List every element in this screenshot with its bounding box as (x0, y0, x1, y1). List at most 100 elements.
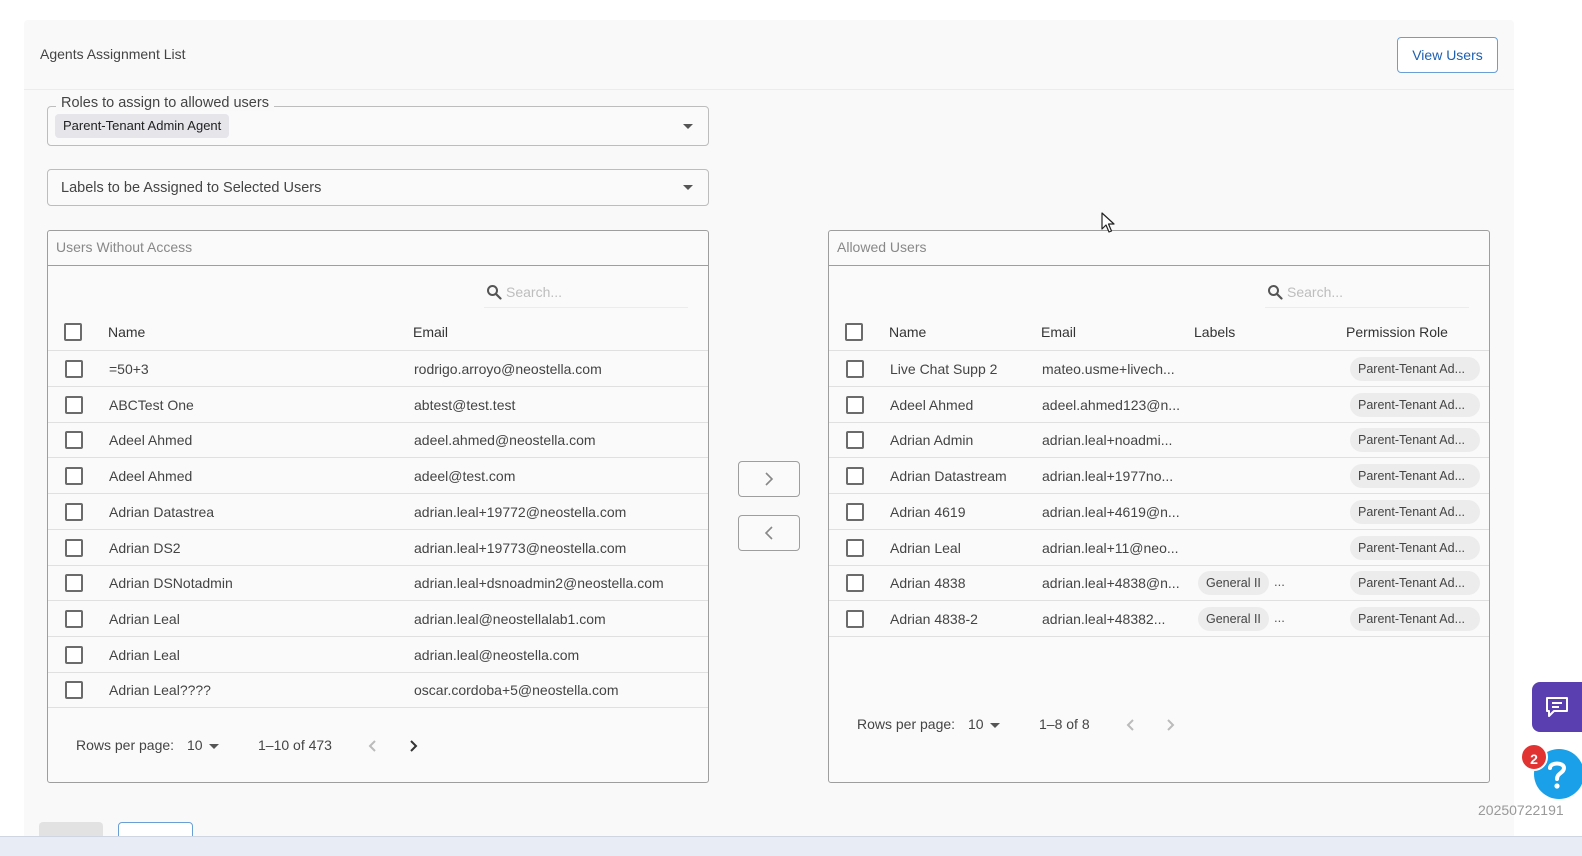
select-all-checkbox[interactable] (845, 323, 863, 341)
column-header-permission-role[interactable]: Permission Role (1346, 324, 1448, 340)
table-row[interactable]: Adrian Datastrea adrian.leal+19772@neoste… (48, 494, 708, 530)
selected-role-chip[interactable]: Parent-Tenant Admin Agent (55, 114, 230, 138)
row-checkbox[interactable] (65, 574, 83, 593)
chevron-right-icon (1167, 719, 1175, 731)
previous-page-button[interactable] (1119, 713, 1143, 737)
table-row[interactable]: Adeel Ahmed adeel@test.com (48, 458, 708, 495)
page-range: 1–10 of 473 (258, 737, 332, 753)
users-without-access-panel: Users Without Access Name Email =50+3 rod… (47, 230, 709, 783)
row-checkbox[interactable] (65, 609, 83, 628)
previous-page-button[interactable] (361, 734, 385, 758)
table-row[interactable]: Adeel Ahmed adeel.ahmed@neostella.com (48, 422, 708, 459)
table-header: Name Email (48, 314, 708, 351)
permission-role-chip: Parent-Tenant Ad... (1350, 357, 1480, 381)
row-checkbox[interactable] (846, 538, 864, 557)
table-header: Name Email Labels Permission Role (829, 314, 1489, 351)
more-labels-indicator[interactable]: ... (1274, 610, 1285, 625)
permission-role-chip: Parent-Tenant Ad... (1350, 392, 1480, 417)
row-checkbox[interactable] (65, 681, 83, 700)
row-checkbox[interactable] (65, 502, 83, 521)
column-header-email[interactable]: Email (1041, 324, 1076, 340)
table-row[interactable]: Adrian Leal???? oscar.cordoba+5@neostella… (48, 672, 708, 709)
row-checkbox[interactable] (65, 538, 83, 557)
user-name: Adeel Ahmed (890, 396, 974, 413)
table-row[interactable]: Adrian DS2 adrian.leal+19773@neostella.co… (48, 530, 708, 566)
user-name: Adeel Ahmed (109, 468, 193, 485)
row-checkbox[interactable] (846, 609, 864, 628)
caret-down-icon[interactable] (209, 744, 219, 749)
caret-down-icon[interactable] (683, 185, 693, 190)
column-header-name[interactable]: Name (108, 324, 145, 340)
next-page-button[interactable] (1158, 713, 1182, 737)
row-checkbox[interactable] (65, 467, 83, 486)
table-row[interactable]: Adrian 4838-2 adrian.leal+48382... General… (829, 601, 1489, 637)
caret-down-icon[interactable] (990, 723, 1000, 728)
table-row[interactable]: =50+3 rodrigo.arroyo@neostella.com (48, 351, 708, 387)
chevron-left-icon (1126, 719, 1134, 731)
row-checkbox[interactable] (846, 502, 864, 521)
row-checkbox[interactable] (65, 360, 83, 378)
move-right-button[interactable] (738, 461, 800, 497)
table-row[interactable]: Adrian Leal adrian.leal+11@neo... Parent-T… (829, 530, 1489, 566)
table-row[interactable]: Adrian Admin adrian.leal+noadmi... Parent-… (829, 422, 1489, 459)
chevron-left-icon (368, 740, 376, 752)
rows-per-page-select[interactable]: 10 (968, 716, 984, 732)
column-header-labels[interactable]: Labels (1194, 324, 1235, 340)
user-name: Adrian 4619 (890, 503, 966, 520)
table-row[interactable]: Adrian Leal adrian.leal@neostella.com (48, 637, 708, 673)
table-row[interactable]: Adrian DSNotadmin adrian.leal+dsnoadmin2@… (48, 565, 708, 602)
row-checkbox[interactable] (846, 395, 864, 414)
panel-title: Allowed Users (829, 231, 1489, 266)
label-chip: General II (1198, 571, 1269, 596)
row-checkbox[interactable] (846, 574, 864, 593)
table-row[interactable]: Adrian Leal adrian.leal@neostellalab1.com (48, 601, 708, 637)
next-page-button[interactable] (401, 734, 425, 758)
panel-title: Users Without Access (48, 231, 708, 266)
table-row[interactable]: ABCTest One abtest@test.test (48, 387, 708, 423)
taskbar (0, 836, 1582, 856)
user-name: ABCTest One (109, 396, 194, 413)
search-box[interactable] (1265, 278, 1469, 308)
user-name: Adrian Leal (109, 610, 180, 627)
row-checkbox[interactable] (65, 431, 83, 450)
column-header-email[interactable]: Email (413, 324, 448, 340)
row-checkbox[interactable] (65, 645, 83, 664)
search-input[interactable] (506, 281, 676, 303)
user-email: adrian.leal+4838@n... (1042, 575, 1180, 592)
search-input[interactable] (1287, 281, 1457, 303)
table-row[interactable]: Live Chat Supp 2 mateo.usme+livech... Pare… (829, 351, 1489, 387)
table-row[interactable]: Adrian 4619 adrian.leal+4619@n... Parent-T… (829, 494, 1489, 530)
labels-select[interactable]: Labels to be Assigned to Selected Users (47, 169, 709, 206)
user-email: adrian.leal@neostella.com (414, 646, 580, 663)
row-checkbox[interactable] (846, 360, 864, 378)
user-name: Adrian Leal (109, 646, 180, 663)
roles-select[interactable]: Roles to assign to allowed users Parent-… (47, 95, 709, 146)
page-title: Agents Assignment List (40, 46, 186, 62)
user-email: adrian.leal+dsnoadmin2@neostella.com (414, 575, 664, 592)
move-left-button[interactable] (738, 515, 800, 551)
row-checkbox[interactable] (846, 467, 864, 486)
table-row[interactable]: Adeel Ahmed adeel.ahmed123@n... Parent-Ten… (829, 387, 1489, 423)
chat-button[interactable] (1532, 682, 1582, 732)
table-row[interactable]: Adrian 4838 adrian.leal+4838@n... General … (829, 565, 1489, 602)
column-header-name[interactable]: Name (889, 324, 926, 340)
pagination: Rows per page: 10 1–10 of 473 (48, 731, 708, 761)
user-email: adrian.leal+19772@neostella.com (414, 503, 627, 520)
user-email: adrian.leal@neostellalab1.com (414, 610, 606, 627)
user-name: Adrian DSNotadmin (109, 575, 233, 592)
user-email: adrian.leal+noadmi... (1042, 432, 1173, 449)
row-checkbox[interactable] (846, 431, 864, 450)
user-email: abtest@test.test (414, 396, 516, 413)
select-all-checkbox[interactable] (64, 323, 82, 341)
view-users-button[interactable]: View Users (1397, 37, 1498, 73)
chevron-left-icon (764, 526, 773, 540)
user-name: Adrian 4838 (890, 575, 966, 592)
caret-down-icon[interactable] (683, 124, 693, 129)
rows-per-page-select[interactable]: 10 (187, 737, 203, 753)
more-labels-indicator[interactable]: ... (1274, 574, 1285, 589)
row-checkbox[interactable] (65, 395, 83, 414)
user-email: rodrigo.arroyo@neostella.com (414, 361, 602, 377)
user-name: =50+3 (109, 361, 149, 377)
search-box[interactable] (484, 278, 688, 308)
table-row[interactable]: Adrian Datastream adrian.leal+1977no... Pa… (829, 458, 1489, 495)
